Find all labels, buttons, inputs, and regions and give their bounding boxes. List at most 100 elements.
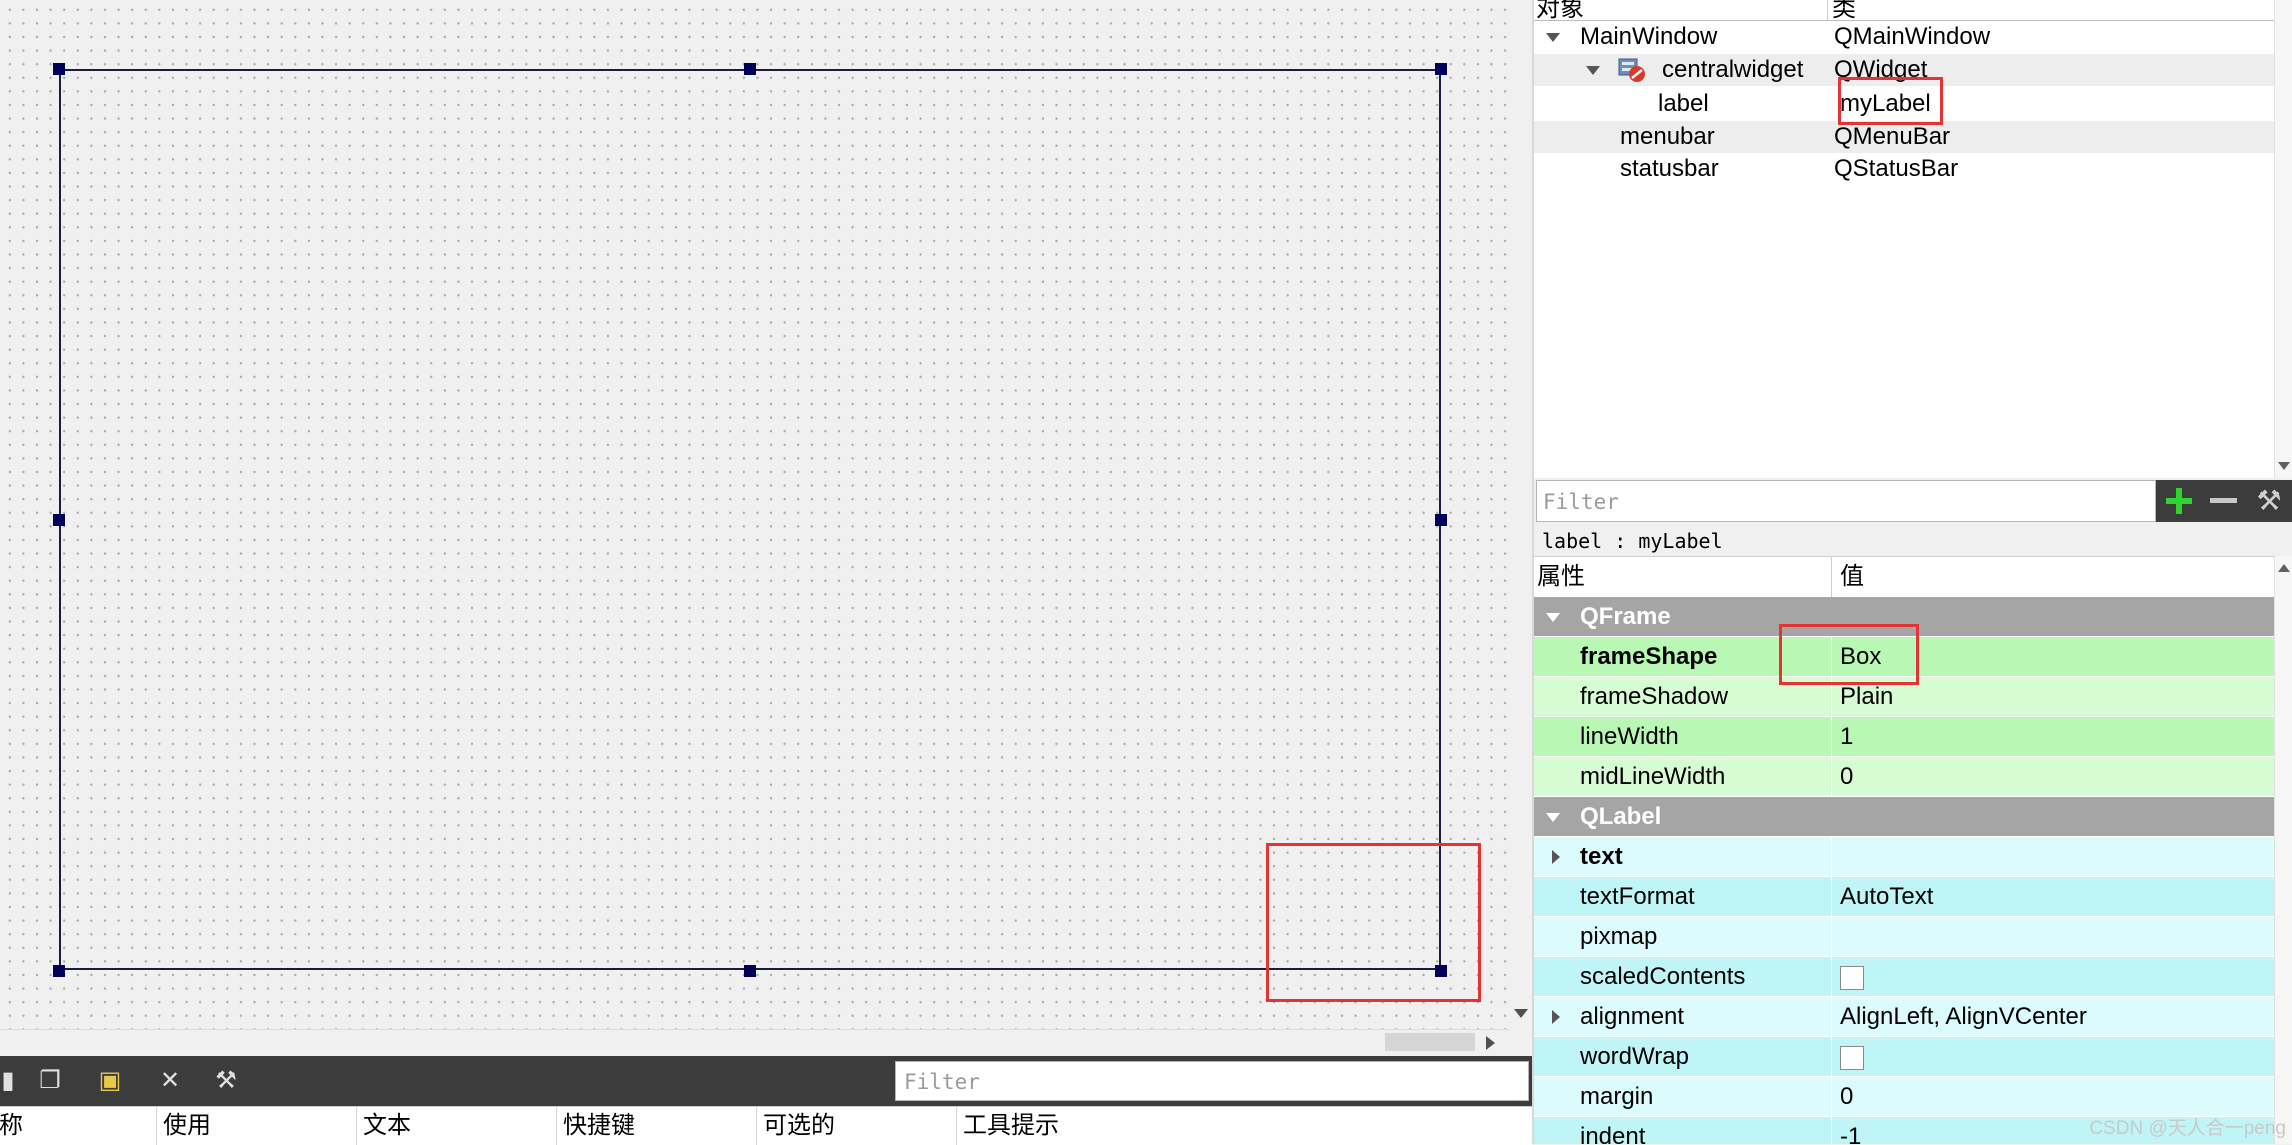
canvas-horizontal-scroll-thumb[interactable] bbox=[1385, 1033, 1475, 1051]
new-action-icon[interactable]: ▮ bbox=[0, 1064, 26, 1098]
resize-handle-top-right[interactable] bbox=[1435, 63, 1447, 75]
property-name: lineWidth bbox=[1580, 723, 1679, 750]
object-class: QMenuBar bbox=[1834, 123, 1951, 150]
property-row-margin[interactable]: margin 0 bbox=[1534, 1077, 2274, 1117]
object-inspector-scrollbar[interactable] bbox=[2274, 0, 2292, 478]
property-row-text[interactable]: text bbox=[1534, 837, 2274, 877]
canvas-vertical-scrollbar[interactable] bbox=[1510, 0, 1532, 1032]
column-divider bbox=[1831, 1117, 1832, 1144]
property-row-midlinewidth[interactable]: midLineWidth 0 bbox=[1534, 757, 2274, 797]
column-header-checkable[interactable]: 可选的 bbox=[756, 1107, 956, 1145]
object-class: QStatusBar bbox=[1834, 155, 1959, 182]
property-name: margin bbox=[1580, 1083, 1654, 1110]
copy-icon[interactable]: ❐ bbox=[32, 1064, 68, 1098]
resize-handle-bottom-left[interactable] bbox=[53, 965, 65, 977]
remove-dynamic-property-button[interactable] bbox=[2201, 480, 2246, 522]
property-row-pixmap[interactable]: pixmap bbox=[1534, 917, 2274, 957]
property-name: alignment bbox=[1580, 1003, 1685, 1030]
resize-handle-right[interactable] bbox=[1435, 514, 1447, 526]
scaledcontents-checkbox[interactable] bbox=[1840, 966, 1864, 990]
resize-handle-top-left[interactable] bbox=[53, 63, 65, 75]
scroll-down-arrow-icon[interactable] bbox=[2278, 462, 2290, 470]
property-value[interactable]: AlignLeft, AlignVCenter bbox=[1840, 997, 2087, 1037]
property-editor-object-title: label : myLabel bbox=[1534, 524, 2292, 556]
resize-handle-top[interactable] bbox=[744, 63, 756, 75]
property-row-linewidth[interactable]: lineWidth 1 bbox=[1534, 717, 2274, 757]
expand-arrow-icon[interactable] bbox=[1552, 850, 1560, 864]
column-header-property[interactable]: 属性 bbox=[1537, 557, 1585, 597]
object-class: QMainWindow bbox=[1834, 23, 1991, 50]
property-name: text bbox=[1580, 843, 1623, 870]
canvas-horizontal-scrollbar[interactable] bbox=[0, 1029, 1510, 1056]
expand-arrow-icon[interactable] bbox=[1552, 1010, 1560, 1024]
delete-icon[interactable]: ✕ bbox=[152, 1064, 188, 1098]
column-divider bbox=[1831, 1077, 1832, 1117]
add-dynamic-property-button[interactable] bbox=[2156, 480, 2201, 522]
group-name: QLabel bbox=[1580, 803, 1662, 830]
object-inspector-header: 对象 类 bbox=[1534, 0, 2274, 23]
action-filter-input[interactable]: Filter bbox=[895, 1061, 1529, 1101]
column-divider bbox=[1831, 997, 1832, 1037]
collapse-arrow-icon[interactable] bbox=[1546, 813, 1560, 822]
wordwrap-checkbox[interactable] bbox=[1840, 1046, 1864, 1070]
tree-row-mainwindow[interactable]: MainWindow QMainWindow bbox=[1534, 21, 2274, 53]
tree-row-menubar[interactable]: menubar QMenuBar bbox=[1534, 121, 2274, 153]
paste-icon[interactable]: ▣ bbox=[92, 1064, 128, 1098]
column-header-used[interactable]: 使用 bbox=[156, 1107, 356, 1145]
property-name: wordWrap bbox=[1580, 1043, 1689, 1070]
property-group-qlabel[interactable]: QLabel bbox=[1534, 797, 2274, 837]
column-divider bbox=[1831, 757, 1832, 797]
column-header-name[interactable]: 称 bbox=[0, 1107, 156, 1145]
corner-highlight-annotation bbox=[1266, 843, 1481, 1002]
column-divider bbox=[1831, 917, 1832, 957]
property-value[interactable]: 0 bbox=[1840, 757, 1853, 797]
property-row-scaledcontents[interactable]: scaledContents bbox=[1534, 957, 2274, 997]
configure-property-editor-button[interactable]: ⚒ bbox=[2246, 480, 2292, 522]
plus-icon-vertical bbox=[2176, 488, 2182, 514]
object-name: statusbar bbox=[1620, 155, 1719, 182]
property-row-alignment[interactable]: alignment AlignLeft, AlignVCenter bbox=[1534, 997, 2274, 1037]
object-name: MainWindow bbox=[1580, 23, 1718, 50]
expand-arrow-icon[interactable] bbox=[1546, 33, 1560, 42]
object-inspector: 对象 类 MainWindow QMainWindow centralwidge… bbox=[1534, 0, 2292, 478]
tree-row-statusbar[interactable]: statusbar QStatusBar bbox=[1534, 153, 2274, 185]
column-divider bbox=[1831, 1037, 1832, 1077]
property-value[interactable]: -1 bbox=[1840, 1117, 1861, 1144]
resize-handle-left[interactable] bbox=[53, 514, 65, 526]
property-filter-input[interactable]: Filter bbox=[1536, 480, 2156, 522]
object-name: menubar bbox=[1620, 123, 1715, 150]
minus-icon bbox=[2210, 498, 2237, 503]
label-widget-frame[interactable] bbox=[59, 69, 1441, 970]
scroll-right-arrow-icon[interactable] bbox=[1486, 1036, 1495, 1050]
scroll-down-arrow-icon[interactable] bbox=[1514, 1009, 1528, 1018]
property-value[interactable]: 0 bbox=[1840, 1077, 1853, 1117]
column-header-tooltip[interactable]: 工具提示 bbox=[956, 1107, 1532, 1145]
column-header-text[interactable]: 文本 bbox=[356, 1107, 556, 1145]
column-header-class[interactable]: 类 bbox=[1832, 0, 1856, 23]
column-divider bbox=[1831, 837, 1832, 877]
property-row-textformat[interactable]: textFormat AutoText bbox=[1534, 877, 2274, 917]
property-value[interactable]: AutoText bbox=[1840, 877, 1933, 917]
column-divider bbox=[1831, 717, 1832, 757]
column-divider bbox=[1831, 877, 1832, 917]
property-editor-scrollbar[interactable] bbox=[2274, 556, 2292, 1144]
column-header-shortcut[interactable]: 快捷键 bbox=[556, 1107, 756, 1145]
widget-layout-broken-icon bbox=[1618, 57, 1646, 83]
property-name: textFormat bbox=[1580, 883, 1695, 910]
property-row-wordwrap[interactable]: wordWrap bbox=[1534, 1037, 2274, 1077]
property-name: frameShadow bbox=[1580, 683, 1729, 710]
expand-arrow-icon[interactable] bbox=[1586, 66, 1600, 75]
property-name: indent bbox=[1580, 1123, 1646, 1144]
configure-icon[interactable]: ⚒ bbox=[208, 1064, 244, 1098]
scroll-up-arrow-icon[interactable] bbox=[2278, 564, 2290, 572]
property-filter-bar: Filter ⚒ bbox=[1534, 478, 2292, 524]
property-value[interactable]: 1 bbox=[1840, 717, 1853, 757]
column-header-value[interactable]: 值 bbox=[1840, 557, 1864, 597]
resize-handle-bottom[interactable] bbox=[744, 965, 756, 977]
collapse-arrow-icon[interactable] bbox=[1546, 613, 1560, 622]
column-header-object[interactable]: 对象 bbox=[1536, 0, 1584, 23]
group-name: QFrame bbox=[1580, 603, 1671, 630]
property-editor-header: 属性 值 bbox=[1534, 556, 2274, 598]
column-divider bbox=[1831, 957, 1832, 997]
header-divider bbox=[1831, 557, 1832, 597]
